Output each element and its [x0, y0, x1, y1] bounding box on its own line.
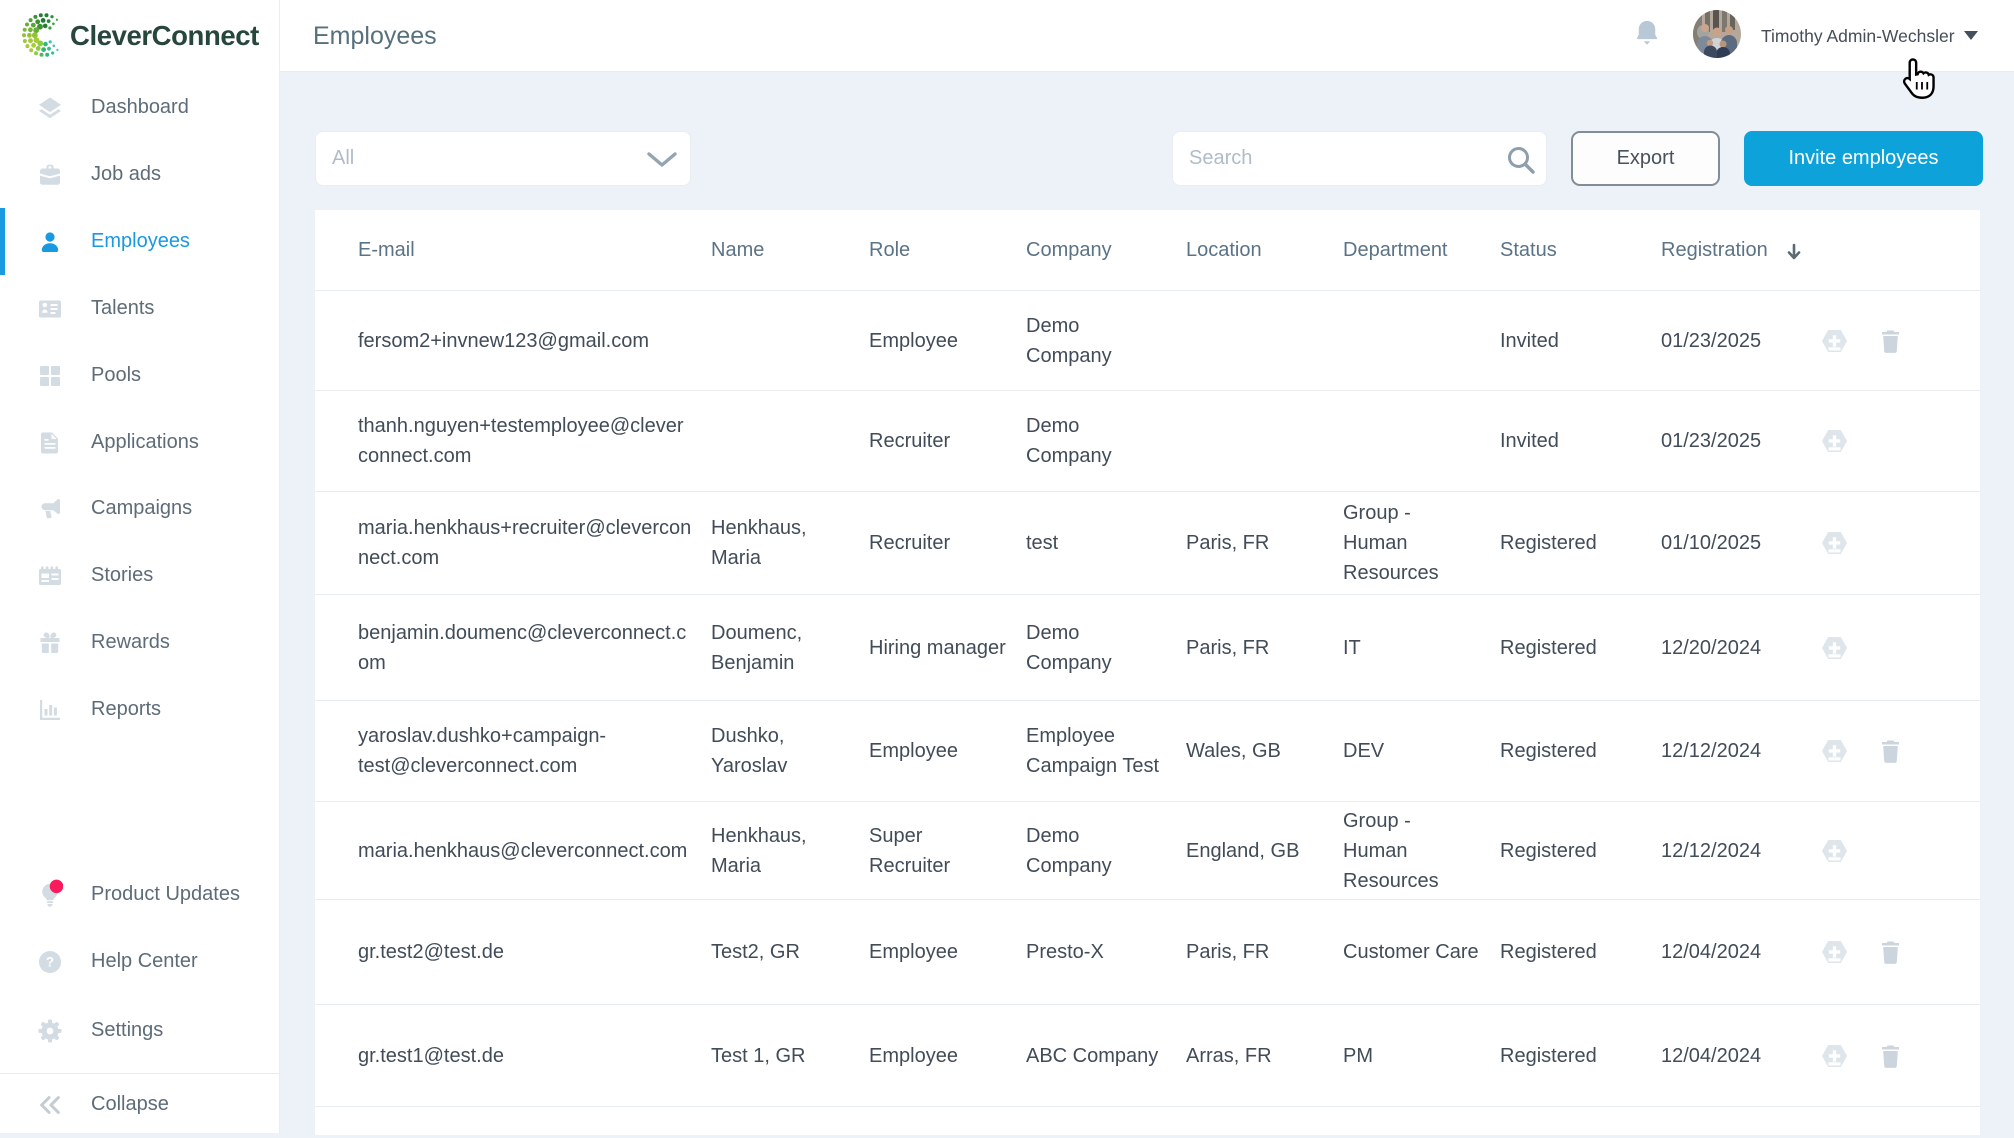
- svg-text:?: ?: [46, 954, 54, 969]
